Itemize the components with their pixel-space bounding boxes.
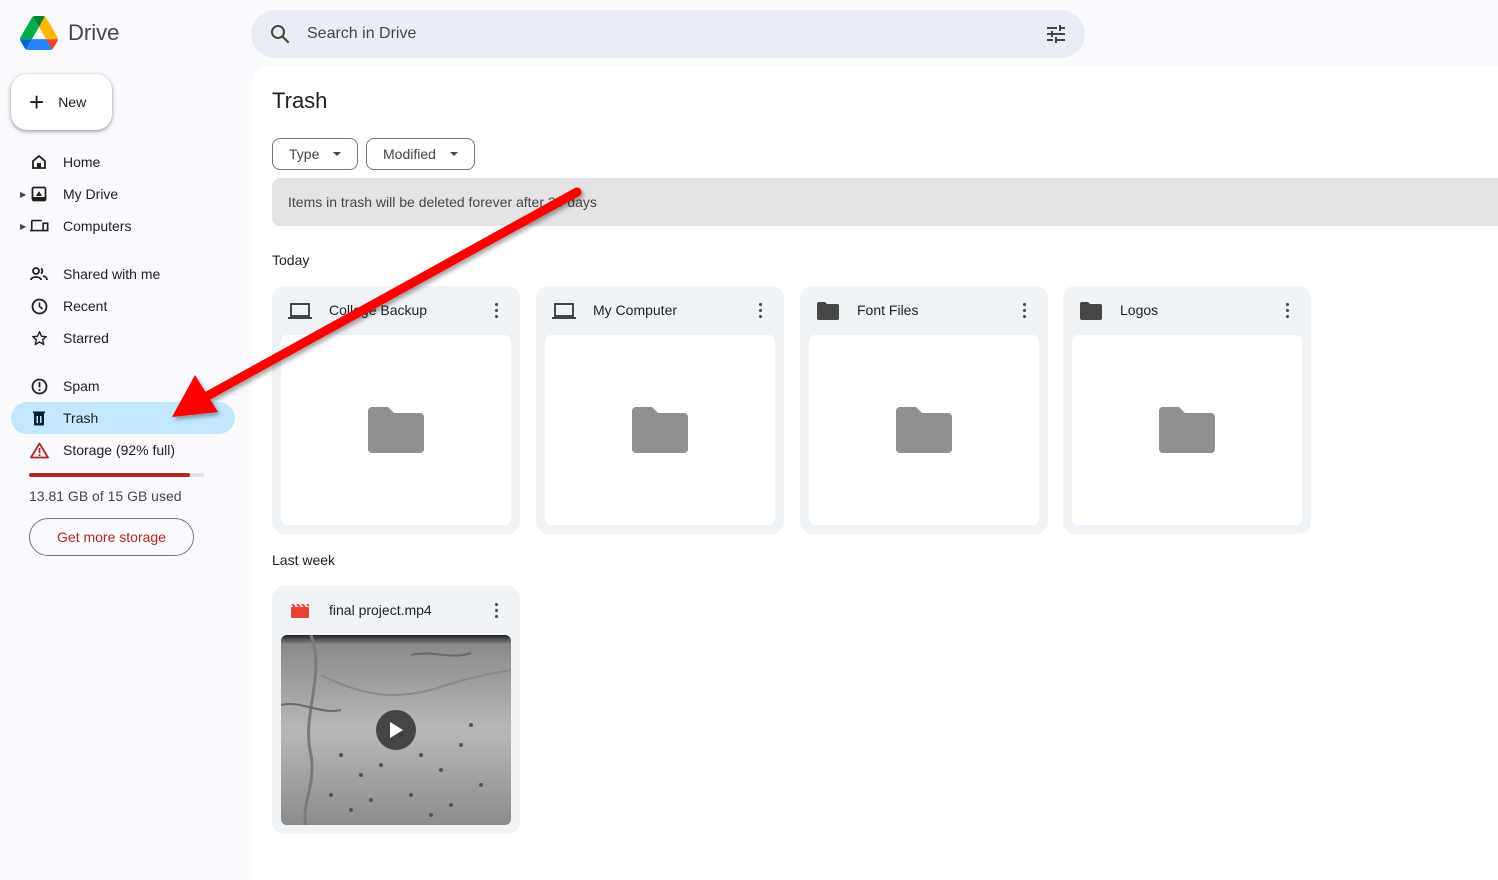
my-drive-icon xyxy=(29,184,49,204)
get-more-storage-button[interactable]: Get more storage xyxy=(29,518,194,556)
more-actions-icon[interactable] xyxy=(486,598,506,622)
dropdown-arrow-icon xyxy=(449,152,458,156)
trash-icon xyxy=(29,408,49,428)
file-card[interactable]: College Backup xyxy=(272,286,520,534)
new-button[interactable]: + New xyxy=(11,74,112,130)
drive-logo[interactable]: Drive xyxy=(20,16,119,50)
new-button-label: New xyxy=(58,94,87,110)
more-actions-icon[interactable] xyxy=(750,298,770,322)
more-actions-icon[interactable] xyxy=(486,298,506,322)
home-icon xyxy=(29,152,49,172)
storage-usage-text: 13.81 GB of 15 GB used xyxy=(29,488,182,504)
expand-caret-icon[interactable]: ▶ xyxy=(20,190,26,199)
search-input[interactable] xyxy=(307,22,1007,46)
sidebar: Drive + New Home ▶ My Drive ▶ Computers … xyxy=(0,0,252,880)
folder-icon xyxy=(368,407,424,453)
sidebar-item-starred[interactable]: Starred xyxy=(11,322,235,354)
sidebar-item-home[interactable]: Home xyxy=(11,146,235,178)
sidebar-item-storage[interactable]: Storage (92% full) xyxy=(11,434,235,466)
clock-icon xyxy=(29,296,49,316)
video-icon xyxy=(288,601,312,621)
sidebar-item-trash[interactable]: Trash xyxy=(11,402,235,434)
laptop-icon xyxy=(552,301,576,321)
sidebar-item-recent[interactable]: Recent xyxy=(11,290,235,322)
file-preview xyxy=(545,335,775,525)
search-bar xyxy=(251,10,1085,58)
computers-icon xyxy=(29,216,49,236)
file-card[interactable]: final project.mp4 xyxy=(272,586,520,834)
more-actions-icon[interactable] xyxy=(1014,298,1034,322)
section-last-week-label: Last week xyxy=(272,552,336,568)
sidebar-item-computers[interactable]: ▶ Computers xyxy=(11,210,235,242)
folder-icon xyxy=(632,407,688,453)
play-icon xyxy=(390,722,403,738)
expand-caret-icon[interactable]: ▶ xyxy=(20,222,26,231)
spam-icon xyxy=(29,376,49,396)
sidebar-item-shared-with-me[interactable]: Shared with me xyxy=(11,258,235,290)
file-card[interactable]: Font Files xyxy=(800,286,1048,534)
modified-filter-chip[interactable]: Modified xyxy=(366,138,475,170)
page-title: Trash xyxy=(272,88,328,113)
search-icon[interactable] xyxy=(269,23,291,50)
star-icon xyxy=(29,328,49,348)
main-content: Trash Type Modified Items in trash will … xyxy=(252,66,1498,880)
folder-icon xyxy=(1079,301,1103,321)
folder-icon xyxy=(1159,407,1215,453)
video-thumbnail xyxy=(281,635,511,825)
more-actions-icon[interactable] xyxy=(1277,298,1297,322)
file-preview xyxy=(281,335,511,525)
plus-icon: + xyxy=(29,87,45,117)
laptop-icon xyxy=(288,301,312,321)
app-name: Drive xyxy=(68,20,120,45)
file-card[interactable]: Logos xyxy=(1063,286,1311,534)
sidebar-item-spam[interactable]: Spam xyxy=(11,370,235,402)
play-button[interactable] xyxy=(376,710,416,750)
dropdown-arrow-icon xyxy=(333,152,342,156)
folder-icon xyxy=(896,407,952,453)
storage-usage-bar xyxy=(29,473,204,477)
folder-icon xyxy=(816,301,840,321)
trash-info-banner: Items in trash will be deleted forever a… xyxy=(272,178,1498,226)
type-filter-chip[interactable]: Type xyxy=(272,138,359,170)
section-today-label: Today xyxy=(272,252,310,268)
file-card[interactable]: My Computer xyxy=(536,286,784,534)
storage-usage-fill xyxy=(29,473,190,477)
sidebar-item-my-drive[interactable]: ▶ My Drive xyxy=(11,178,235,210)
shared-icon xyxy=(29,264,49,284)
search-options-icon[interactable] xyxy=(1045,23,1067,50)
drive-logo-icon xyxy=(20,16,58,50)
file-preview xyxy=(809,335,1039,525)
warning-icon xyxy=(29,440,49,460)
file-preview xyxy=(1072,335,1302,525)
